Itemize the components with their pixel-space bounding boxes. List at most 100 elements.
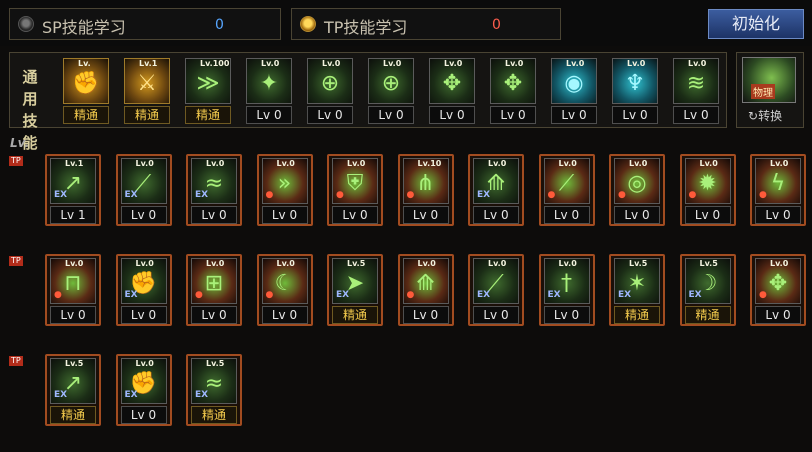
physical-tag: 物理 [751, 84, 775, 99]
skill-slot[interactable]: Lv.10 ⋔ ● Lv 0 [397, 154, 454, 226]
skill-slot[interactable]: Lv.0 ✥ ● Lv 0 [750, 254, 806, 326]
fist-icon[interactable]: Lv.0 ✊ EX [120, 258, 167, 304]
skill-slot[interactable]: Lv.0 ⟋ ● Lv 0 [538, 154, 595, 226]
wave-icon[interactable]: Lv.0 ≈ EX [191, 158, 237, 204]
skill-level-tag: Lv.10 [417, 159, 442, 168]
skill-level-tag: Lv.1 [65, 159, 84, 168]
reset-button[interactable]: 初始化 [708, 9, 804, 39]
skill-slot[interactable]: Lv.0 ✦ Lv 0 [241, 54, 297, 126]
skill-slot[interactable]: Lv.0 ♆ Lv 0 [607, 54, 663, 126]
kick-icon[interactable]: Lv.1 ↗ EX [50, 158, 96, 204]
skill-slot[interactable]: Lv.0 ⊞ ● Lv 0 [186, 254, 242, 326]
scroll-icon[interactable]: Lv.0 ≋ [673, 58, 719, 104]
moon-icon[interactable]: Lv.5 ☽ EX [684, 258, 731, 304]
skill-slot[interactable]: Lv.0 † EX Lv 0 [538, 254, 595, 326]
skill-slot[interactable]: Lv.0 ◎ ● Lv 0 [609, 154, 665, 226]
spikes-icon[interactable]: Lv.10 ⋔ ● [402, 158, 449, 204]
skill-slot[interactable]: Lv.0 ⟰ ● Lv 0 [397, 254, 454, 326]
wave-icon[interactable]: Lv.5 ≈ EX [191, 358, 237, 404]
skill-level-label: Lv 0 [191, 206, 237, 224]
gold-fighter-icon[interactable]: Lv.1 ⚔ [124, 58, 170, 104]
skill-slot[interactable]: Lv.5 ☽ EX 精通 [679, 254, 736, 326]
human-figure-icon[interactable]: Lv.0 ♆ [612, 58, 658, 104]
skill-level-label: 精通 [50, 406, 96, 424]
claw-icon[interactable]: Lv.0 ⟰ EX [473, 158, 519, 204]
beast-icon[interactable]: Lv.0 ✥ [490, 58, 536, 104]
skill-slot[interactable]: Lv.0 ✥ Lv 0 [485, 54, 541, 126]
skill-slot[interactable]: Lv.0 ✊ EX Lv 0 [115, 254, 172, 326]
skill-level-label: 精通 [63, 106, 109, 124]
switch-label[interactable]: ↻转换 [748, 107, 782, 124]
skill-slot[interactable]: Lv.1 ⚔ 精通 [119, 54, 175, 126]
sp-label: SP技能学习 [42, 18, 126, 37]
skill-slot[interactable]: Lv.0 ☾ ● Lv 0 [256, 254, 313, 326]
claw-icon[interactable]: Lv.0 ⟰ ● [402, 258, 449, 304]
skill-level-label: Lv 0 [402, 306, 449, 324]
skill-slot[interactable]: Lv.5 ≈ EX 精通 [186, 354, 242, 426]
skill-slot[interactable]: Lv.0 ⊕ Lv 0 [363, 54, 419, 126]
burst-icon[interactable]: Lv.0 ✹ ● [684, 158, 731, 204]
skill-level-label: Lv 0 [307, 106, 353, 124]
shield-icon[interactable]: Lv.0 ⛨ ● [332, 158, 378, 204]
crescent-icon[interactable]: Lv.0 ☾ ● [261, 258, 308, 304]
skill-level-label: 精通 [185, 106, 231, 124]
eye-icon[interactable]: Lv.0 ◉ [551, 58, 597, 104]
sword-icon[interactable]: Lv.0 † EX [543, 258, 590, 304]
lightning-icon[interactable]: Lv.0 ϟ ● [755, 158, 801, 204]
skill-level-tag: Lv.100 [200, 59, 230, 68]
pillar-icon[interactable]: Lv.0 ⊞ ● [191, 258, 237, 304]
vortex-icon[interactable]: Lv.0 ◎ ● [614, 158, 660, 204]
skill-slot[interactable]: Lv.100 ≫ 精通 [180, 54, 236, 126]
skill-level-tag: Lv.5 [347, 259, 366, 268]
skill-slot[interactable]: Lv.0 ◉ Lv 0 [546, 54, 602, 126]
skill-slot[interactable]: Lv.0 ✊ EX Lv 0 [115, 354, 172, 426]
slash-icon[interactable]: Lv.0 ⟋ EX [473, 258, 519, 304]
tp-points-tab[interactable]: TP技能学习 0 [291, 8, 561, 40]
skill-slot[interactable]: Lv.0 ϟ ● Lv 0 [750, 154, 806, 226]
skill-slot[interactable]: Lv.0 ⟋ EX Lv 0 [115, 154, 172, 226]
crosshair-icon[interactable]: Lv.0 ⊕ [307, 58, 353, 104]
skill-level-label: Lv 0 [120, 206, 167, 224]
beast-icon[interactable]: Lv.0 ✥ [429, 58, 475, 104]
physical-switch-icon[interactable]: 物理 [742, 57, 796, 103]
sp-radio-icon[interactable] [18, 16, 34, 32]
skill-slot[interactable]: Lv.5 ↗ EX 精通 [45, 354, 101, 426]
skill-level-tag: Lv.0 [488, 159, 507, 168]
skill-slot[interactable]: Lv.5 ✶ EX 精通 [609, 254, 665, 326]
slash-icon[interactable]: Lv.0 ⟋ EX [120, 158, 167, 204]
dash-strike-icon[interactable]: Lv.100 ≫ [185, 58, 231, 104]
skill-slot[interactable]: Lv.0 ✥ Lv 0 [424, 54, 480, 126]
skill-level-label: Lv 0 [755, 306, 801, 324]
skill-level-tag: Lv.0 [135, 259, 154, 268]
sp-points-tab[interactable]: SP技能学习 0 [9, 8, 281, 40]
skill-slot[interactable]: Lv.0 ⛨ ● Lv 0 [327, 154, 383, 226]
skill-slot[interactable]: Lv.0 ✹ ● Lv 0 [679, 154, 736, 226]
skill-slot[interactable]: Lv.0 ⟋ EX Lv 0 [468, 254, 524, 326]
scroll-fist-icon[interactable]: Lv. ✊ [63, 58, 109, 104]
skill-level-tag: Lv.0 [699, 159, 718, 168]
skill-slot[interactable]: Lv.0 ≈ EX Lv 0 [186, 154, 242, 226]
skill-level-label: Lv 0 [543, 306, 590, 324]
tp-radio-icon[interactable] [300, 16, 316, 32]
crosshair-icon[interactable]: Lv.0 ⊕ [368, 58, 414, 104]
beast-icon[interactable]: Lv.0 ✥ ● [755, 258, 801, 304]
fist-icon[interactable]: Lv.0 ✊ EX [120, 358, 167, 404]
skill-slot[interactable]: Lv.0 ≋ Lv 0 [668, 54, 724, 126]
dash-icon[interactable]: Lv.5 ➤ EX [332, 258, 378, 304]
skill-slot[interactable]: Lv.5 ➤ EX 精通 [327, 254, 383, 326]
gate-icon[interactable]: Lv.0 ⊓ ● [50, 258, 96, 304]
slash-icon[interactable]: Lv.0 ⟋ ● [543, 158, 590, 204]
skill-slot[interactable]: Lv. ✊ 精通 [58, 54, 114, 126]
skill-slot[interactable]: Lv.1 ↗ EX Lv 1 [45, 154, 101, 226]
skill-level-tag: Lv.5 [699, 259, 718, 268]
triple-arrow-icon[interactable]: Lv.0» ● [261, 158, 308, 204]
skill-slot[interactable]: Lv.0 ⊓ ● Lv 0 [45, 254, 101, 326]
skill-slot[interactable]: Lv.0 ⊕ Lv 0 [302, 54, 358, 126]
star-burst-icon[interactable]: Lv.5 ✶ EX [614, 258, 660, 304]
kick-icon[interactable]: Lv.5 ↗ EX [50, 358, 96, 404]
skill-slot[interactable]: Lv.0» ● Lv 0 [256, 154, 313, 226]
wings-icon[interactable]: Lv.0 ✦ [246, 58, 292, 104]
red-badge-icon: ● [759, 190, 767, 200]
skill-slot[interactable]: Lv.0 ⟰ EX Lv 0 [468, 154, 524, 226]
skill-glyph: ✥ [503, 71, 523, 96]
